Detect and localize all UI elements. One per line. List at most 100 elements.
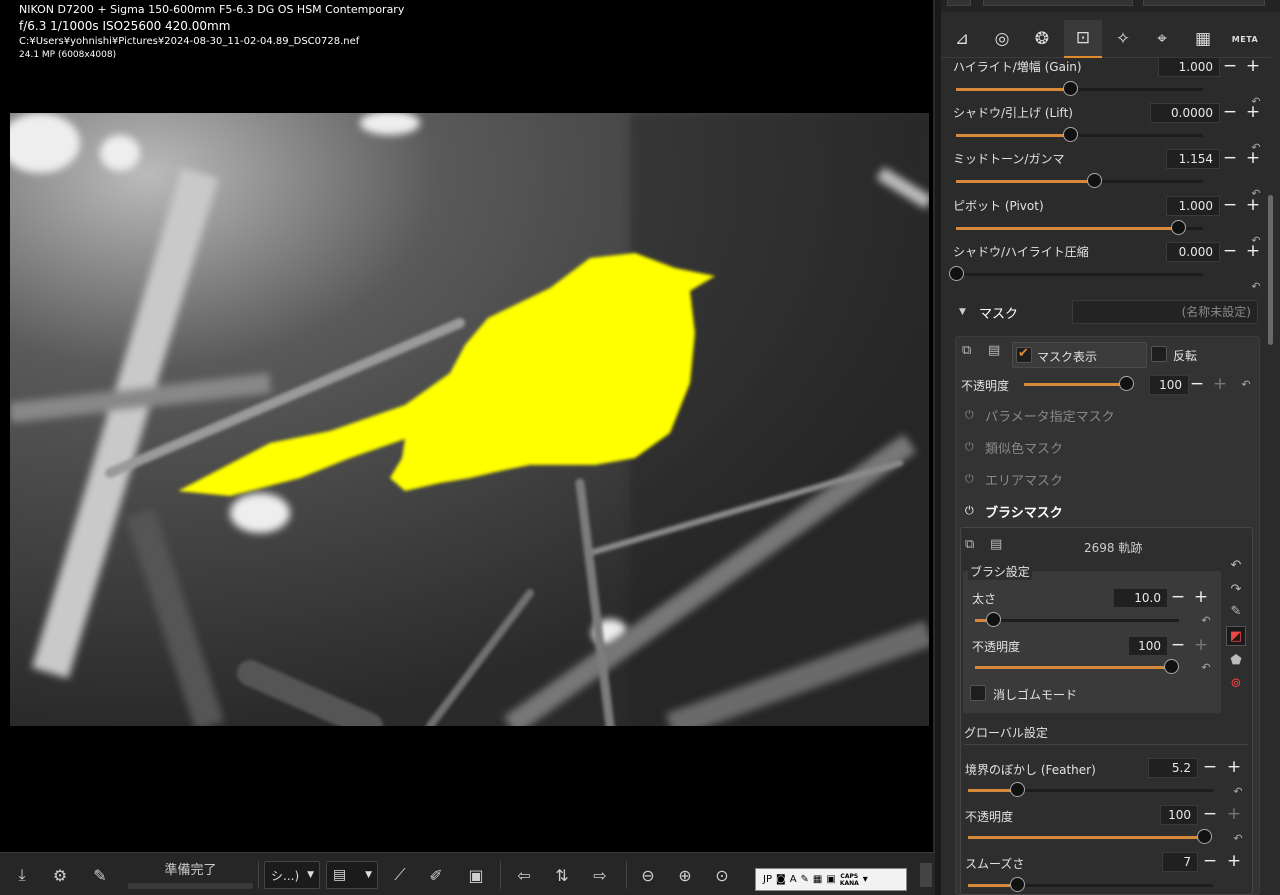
- mask-name-field[interactable]: (名称未設定): [1072, 300, 1258, 324]
- power-icon[interactable]: ⏻: [965, 504, 974, 518]
- tone-row-slider[interactable]: [956, 227, 1203, 230]
- tab-retouch-icon[interactable]: ✧: [1104, 20, 1142, 58]
- photo-canvas[interactable]: [10, 113, 929, 726]
- image-viewer[interactable]: NIKON D7200 + Sigma 150-600mm F5-6.3 DG …: [0, 0, 935, 852]
- feather-knob[interactable]: [1010, 782, 1025, 797]
- tab-geometry-icon[interactable]: ⌖: [1143, 20, 1181, 58]
- increment-button[interactable]: +: [1243, 242, 1263, 262]
- increment-button[interactable]: +: [1191, 636, 1211, 656]
- decrement-button[interactable]: −: [1168, 636, 1188, 656]
- tone-row-value[interactable]: 0.000: [1166, 242, 1220, 262]
- eraser-icon[interactable]: ◩: [1226, 626, 1246, 646]
- settings-gear-icon[interactable]: ⚙: [48, 863, 72, 887]
- reset-icon[interactable]: ↶: [1239, 379, 1253, 391]
- tone-row-value[interactable]: 1.154: [1166, 149, 1220, 169]
- tone-row-slider[interactable]: [956, 134, 1203, 137]
- brush-size-slider[interactable]: [975, 619, 1179, 622]
- increment-button[interactable]: +: [1224, 852, 1244, 872]
- mask-opacity-slider[interactable]: [1024, 383, 1126, 386]
- tab-tone-icon[interactable]: ◎: [983, 20, 1021, 58]
- power-icon[interactable]: ⏻: [965, 472, 974, 486]
- collapse-triangle-icon[interactable]: ▼: [959, 307, 966, 317]
- reset-icon[interactable]: ↶: [1199, 662, 1213, 674]
- mode-dropdown[interactable]: シ...) ▼: [264, 861, 320, 889]
- fill-icon[interactable]: ⬟: [1226, 651, 1246, 671]
- brush-size-value[interactable]: 10.0: [1113, 588, 1168, 608]
- tab-meta[interactable]: META: [1226, 20, 1264, 58]
- global-opacity-value[interactable]: 100: [1160, 805, 1198, 825]
- copy-mask-icon[interactable]: ⧉: [962, 343, 980, 360]
- param-mask-label[interactable]: パラメータ指定マスク: [985, 406, 1115, 425]
- tone-row-slider[interactable]: [956, 180, 1203, 183]
- eraser-mode-checkbox[interactable]: [970, 685, 986, 701]
- tab-noise-icon[interactable]: ▦: [1184, 20, 1222, 58]
- increment-button[interactable]: +: [1243, 57, 1263, 77]
- decrement-button[interactable]: −: [1187, 375, 1207, 395]
- tone-row-value[interactable]: 1.000: [1158, 57, 1220, 77]
- tone-row-value[interactable]: 1.000: [1166, 196, 1220, 216]
- power-icon[interactable]: ⏻: [965, 408, 974, 422]
- feather-value[interactable]: 5.2: [1148, 758, 1198, 778]
- decrement-button[interactable]: −: [1200, 758, 1220, 778]
- tab-mask-icon[interactable]: ⊡: [1064, 20, 1102, 58]
- increment-button[interactable]: +: [1243, 103, 1263, 123]
- compare-dropdown[interactable]: ▤ ▼: [326, 861, 378, 889]
- tab-color-icon[interactable]: ❂: [1023, 20, 1061, 58]
- tone-row-knob[interactable]: [1062, 127, 1078, 142]
- panel-toggle-icon[interactable]: [920, 863, 932, 887]
- mask-opacity-knob[interactable]: [1119, 376, 1134, 391]
- global-opacity-slider[interactable]: [968, 836, 1204, 839]
- straighten-icon[interactable]: ⟋: [388, 863, 412, 887]
- increment-button[interactable]: +: [1224, 758, 1244, 778]
- increment-button[interactable]: +: [1210, 375, 1230, 395]
- tab-exposure-icon[interactable]: ⊿: [943, 20, 981, 58]
- smoothness-knob[interactable]: [1010, 877, 1025, 892]
- ime-indicator[interactable]: JP ◙ A ✎ ▦ ▣ CAPS KANA ▾: [755, 868, 907, 891]
- tone-row-slider[interactable]: [956, 273, 1203, 276]
- sort-icon[interactable]: ⇅: [550, 863, 574, 887]
- decrement-button[interactable]: −: [1220, 103, 1240, 123]
- brush-opacity-value[interactable]: 100: [1128, 636, 1168, 656]
- next-image-icon[interactable]: ⇨: [588, 863, 612, 887]
- area-mask-label[interactable]: エリアマスク: [985, 470, 1063, 489]
- tone-row-knob[interactable]: [949, 266, 964, 281]
- brush-opacity-slider[interactable]: [975, 666, 1171, 669]
- zoom-in-icon[interactable]: ⊕: [673, 863, 697, 887]
- zoom-out-icon[interactable]: ⊖: [636, 863, 660, 887]
- tone-row-slider[interactable]: [956, 88, 1203, 91]
- white-balance-picker-icon[interactable]: ✐: [424, 863, 448, 887]
- previous-image-icon[interactable]: ⇦: [512, 863, 536, 887]
- brush-pen-icon[interactable]: ✎: [1226, 602, 1246, 622]
- undo-icon[interactable]: ↶: [1226, 556, 1246, 576]
- panel-scrollbar[interactable]: [1268, 195, 1273, 345]
- reset-icon[interactable]: ↶: [1249, 281, 1263, 293]
- save-icon[interactable]: ⤓: [10, 863, 34, 887]
- redo-icon[interactable]: ↷: [1226, 580, 1246, 600]
- increment-button[interactable]: +: [1243, 149, 1263, 169]
- power-icon[interactable]: ⏻: [965, 440, 974, 454]
- increment-button[interactable]: +: [1224, 805, 1244, 825]
- reset-icon[interactable]: ↶: [1199, 615, 1213, 627]
- decrement-button[interactable]: −: [1220, 242, 1240, 262]
- decrement-button[interactable]: −: [1220, 196, 1240, 216]
- reset-icon[interactable]: ↶: [1231, 833, 1245, 845]
- clear-strokes-icon[interactable]: ⊚: [1226, 674, 1246, 694]
- mask-opacity-value[interactable]: 100: [1149, 375, 1189, 395]
- similar-color-mask-label[interactable]: 類似色マスク: [985, 438, 1063, 457]
- decrement-button[interactable]: −: [1220, 149, 1240, 169]
- copy-strokes-icon[interactable]: ⧉: [965, 537, 983, 554]
- tone-row-knob[interactable]: [1062, 81, 1078, 96]
- zoom-fit-icon[interactable]: ⊙: [710, 863, 734, 887]
- crop-icon[interactable]: ▣: [464, 863, 488, 887]
- increment-button[interactable]: +: [1243, 196, 1263, 216]
- smoothness-value[interactable]: 7: [1162, 852, 1198, 872]
- mask-show-checkbox[interactable]: [1016, 346, 1032, 363]
- brush-opacity-knob[interactable]: [1164, 659, 1179, 674]
- decrement-button[interactable]: −: [1168, 588, 1188, 608]
- mask-show-toggle[interactable]: マスク表示: [1012, 342, 1147, 368]
- global-opacity-knob[interactable]: [1197, 829, 1212, 844]
- batch-icon[interactable]: ✎: [88, 863, 112, 887]
- invert-checkbox[interactable]: [1151, 346, 1167, 362]
- decrement-button[interactable]: −: [1220, 57, 1240, 77]
- smoothness-slider[interactable]: [968, 884, 1213, 887]
